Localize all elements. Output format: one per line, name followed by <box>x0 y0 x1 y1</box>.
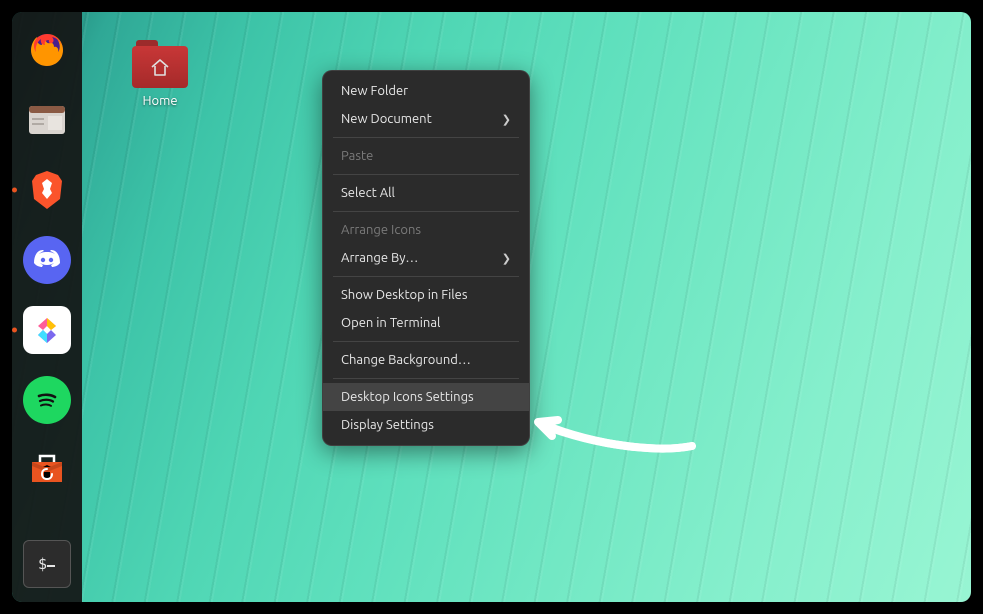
menu-label: Arrange By… <box>341 251 418 265</box>
dock-discord[interactable] <box>23 236 71 284</box>
menu-label: Change Background… <box>341 353 471 367</box>
menu-select-all[interactable]: Select All <box>323 179 529 207</box>
menu-open-in-terminal[interactable]: Open in Terminal <box>323 309 529 337</box>
dock-files[interactable] <box>23 96 71 144</box>
menu-desktop-icons-settings[interactable]: Desktop Icons Settings <box>323 383 529 411</box>
menu-label: Open in Terminal <box>341 316 440 330</box>
dock-software[interactable] <box>23 446 71 494</box>
dock-indicator <box>12 328 17 333</box>
menu-label: New Document <box>341 112 432 126</box>
menu-separator <box>333 276 519 277</box>
brave-icon <box>28 169 66 211</box>
dock-indicator <box>12 188 17 193</box>
menu-label: Paste <box>341 149 373 163</box>
chevron-right-icon: ❯ <box>502 113 511 126</box>
menu-separator <box>333 378 519 379</box>
files-icon <box>26 100 68 140</box>
spotify-icon <box>33 386 61 414</box>
desktop-home-folder[interactable]: Home <box>120 40 200 108</box>
menu-display-settings[interactable]: Display Settings <box>323 411 529 439</box>
menu-separator <box>333 341 519 342</box>
menu-show-desktop-in-files[interactable]: Show Desktop in Files <box>323 281 529 309</box>
annotation-arrow <box>522 402 702 462</box>
menu-label: New Folder <box>341 84 408 98</box>
desktop-icon-label: Home <box>142 94 177 108</box>
software-icon <box>26 450 68 490</box>
menu-label: Arrange Icons <box>341 223 421 237</box>
desktop-area[interactable]: Home New Folder New Document ❯ Paste Sel… <box>82 12 971 602</box>
menu-paste: Paste <box>323 142 529 170</box>
dock-spotify[interactable] <box>23 376 71 424</box>
desktop-screen: $ Home New Folder New Document <box>12 12 971 602</box>
home-icon <box>148 55 172 79</box>
dock: $ <box>12 12 82 602</box>
discord-icon <box>33 249 61 271</box>
firefox-icon <box>27 30 67 70</box>
dock-firefox[interactable] <box>23 26 71 74</box>
menu-separator <box>333 211 519 212</box>
dock-terminal[interactable]: $ <box>23 540 71 588</box>
menu-separator <box>333 174 519 175</box>
menu-arrange-icons: Arrange Icons <box>323 216 529 244</box>
desktop-context-menu: New Folder New Document ❯ Paste Select A… <box>322 70 530 446</box>
terminal-icon: $ <box>32 552 62 576</box>
menu-label: Select All <box>341 186 395 200</box>
dock-clickup[interactable] <box>23 306 71 354</box>
menu-label: Desktop Icons Settings <box>341 390 474 404</box>
folder-icon <box>132 40 188 88</box>
clickup-icon <box>32 315 62 345</box>
menu-new-folder[interactable]: New Folder <box>323 77 529 105</box>
menu-change-background[interactable]: Change Background… <box>323 346 529 374</box>
svg-text:$: $ <box>38 555 47 573</box>
menu-new-document[interactable]: New Document ❯ <box>323 105 529 133</box>
dock-brave[interactable] <box>23 166 71 214</box>
menu-separator <box>333 137 519 138</box>
menu-label: Display Settings <box>341 418 434 432</box>
chevron-right-icon: ❯ <box>502 252 511 265</box>
menu-arrange-by[interactable]: Arrange By… ❯ <box>323 244 529 272</box>
menu-label: Show Desktop in Files <box>341 288 468 302</box>
